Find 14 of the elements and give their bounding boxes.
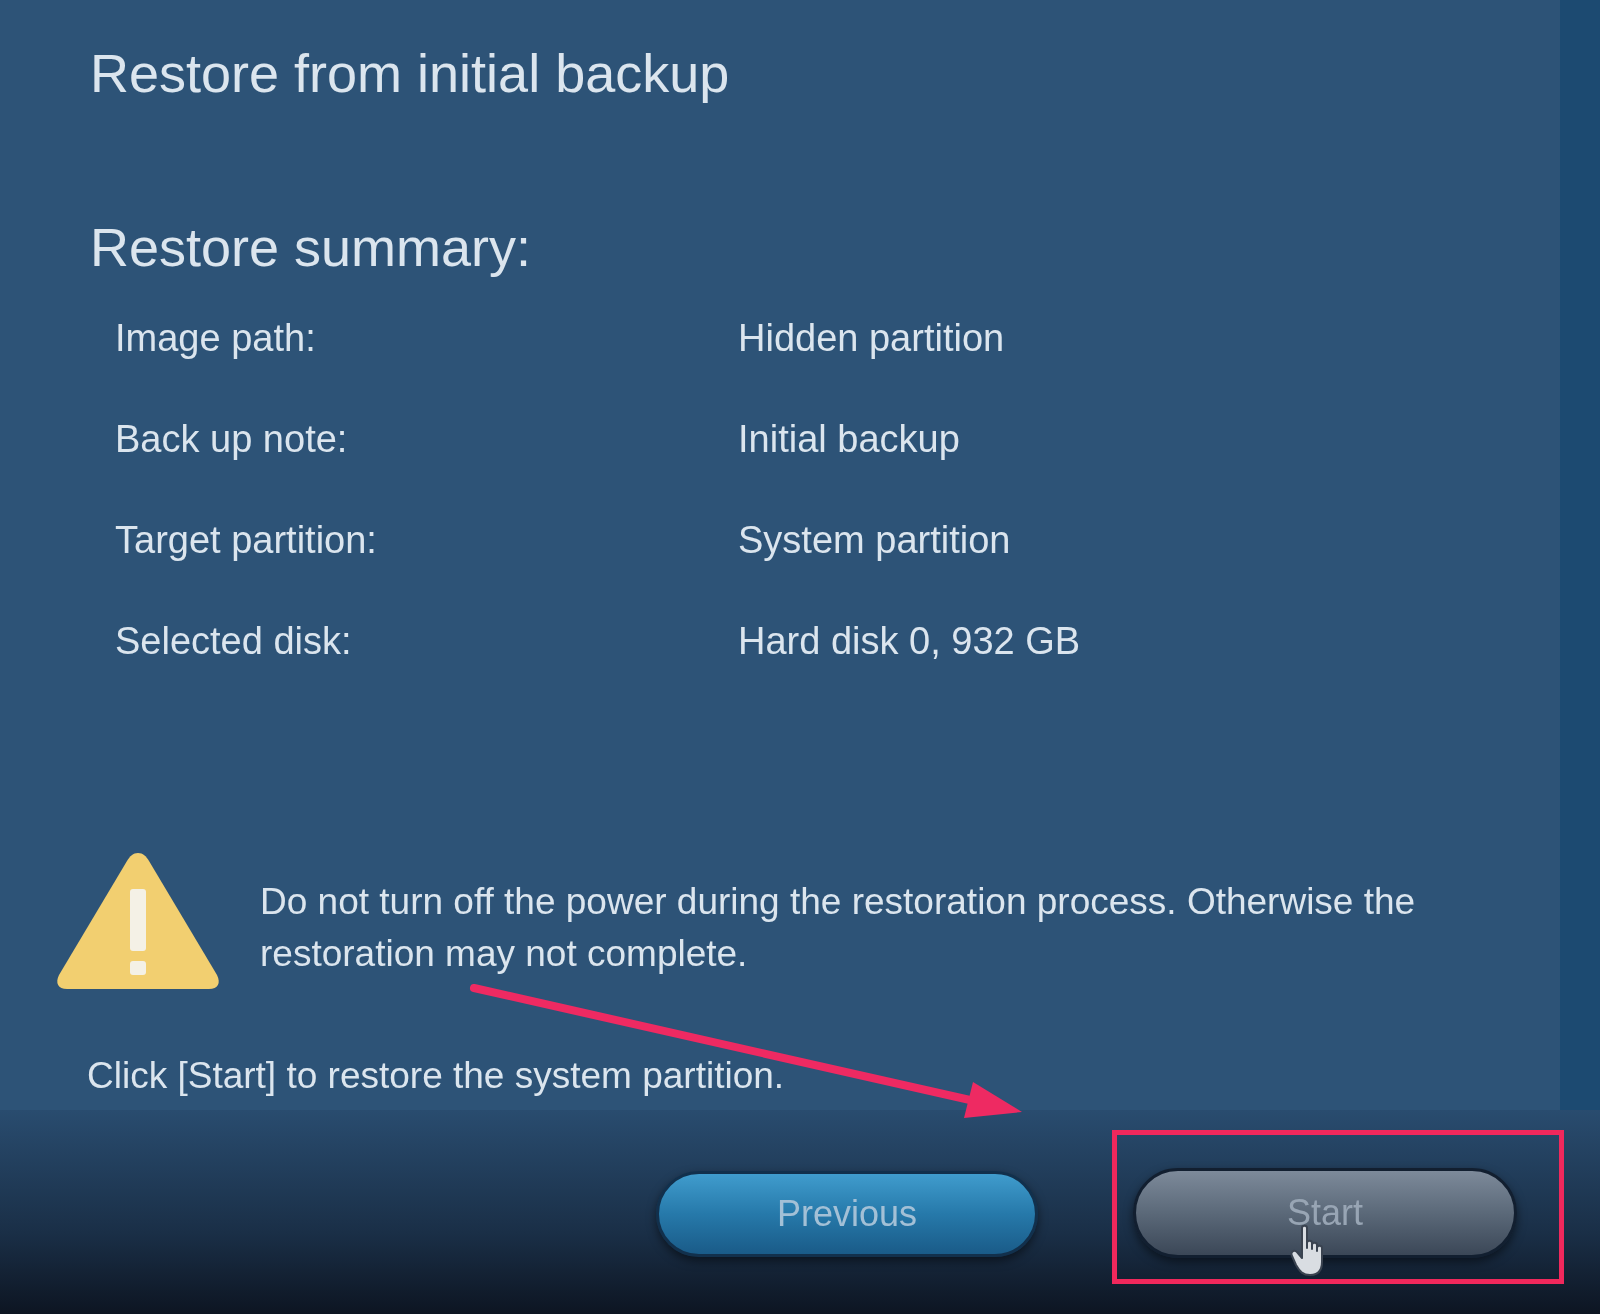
summary-label: Back up note:: [115, 416, 348, 461]
summary-value: Hard disk 0, 932 GB: [738, 618, 1081, 663]
previous-button[interactable]: Previous: [656, 1171, 1038, 1257]
start-button[interactable]: Start: [1133, 1168, 1517, 1258]
summary-heading: Restore summary:: [90, 216, 532, 279]
instruction-text: Click [Start] to restore the system partition.: [87, 1054, 785, 1098]
summary-label: Image path:: [115, 315, 316, 360]
summary-label: Selected disk:: [115, 618, 352, 663]
page-title: Restore from initial backup: [90, 42, 730, 105]
summary-value: Initial backup: [738, 416, 960, 461]
summary-value: System partition: [738, 517, 1011, 562]
summary-value: Hidden partition: [738, 315, 1005, 360]
summary-label: Target partition:: [115, 517, 377, 562]
warning-message: Do not turn off the power during the restoration process. Otherwise the restoration may not complete.: [260, 880, 1417, 976]
